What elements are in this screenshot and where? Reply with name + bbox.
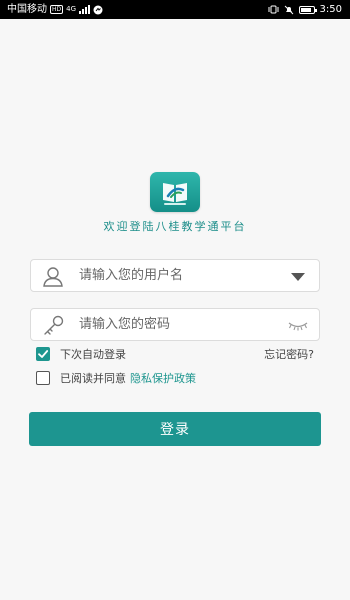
agree-label: 已阅读并同意: [60, 372, 126, 385]
book-logo-icon: [163, 183, 187, 205]
hd-badge: HD: [50, 5, 64, 14]
agree-checkbox[interactable]: [36, 371, 50, 385]
password-input[interactable]: [79, 309, 279, 340]
forgot-password-link[interactable]: 忘记密码?: [264, 346, 314, 362]
welcome-text: 欢迎登陆八桂教学通平台: [103, 220, 247, 233]
mute-bell-icon: [284, 5, 293, 14]
app-logo: [150, 172, 200, 212]
status-bar: 中国移动 HD 4G 3:50: [0, 0, 350, 19]
battery-fill: [300, 7, 311, 12]
status-right: 3:50: [268, 0, 342, 19]
password-field[interactable]: [30, 308, 320, 341]
carrier-label: 中国移动: [7, 4, 47, 15]
network-type: 4G: [66, 5, 77, 13]
username-input[interactable]: [79, 260, 279, 291]
auto-login-row[interactable]: 下次自动登录: [36, 346, 126, 362]
clock: 3:50: [319, 4, 342, 15]
privacy-policy-link[interactable]: 隐私保护政策: [130, 370, 196, 386]
checkmark-icon: [38, 350, 49, 358]
auto-login-checkbox[interactable]: [36, 347, 50, 361]
signal-icon: [79, 5, 91, 14]
user-icon: [43, 267, 63, 287]
agree-row[interactable]: 已阅读并同意 隐私保护政策: [36, 370, 196, 386]
vibrate-icon: [268, 5, 279, 14]
username-field[interactable]: [30, 259, 320, 292]
dropdown-triangle-icon[interactable]: [287, 270, 309, 284]
login-button[interactable]: 登录: [29, 412, 321, 446]
eye-closed-icon[interactable]: [287, 318, 309, 332]
key-icon: [44, 315, 64, 335]
auto-login-label: 下次自动登录: [60, 348, 126, 361]
messenger-icon: [93, 5, 103, 14]
battery-icon: [298, 5, 317, 14]
status-left: 中国移动 HD 4G: [7, 0, 103, 19]
